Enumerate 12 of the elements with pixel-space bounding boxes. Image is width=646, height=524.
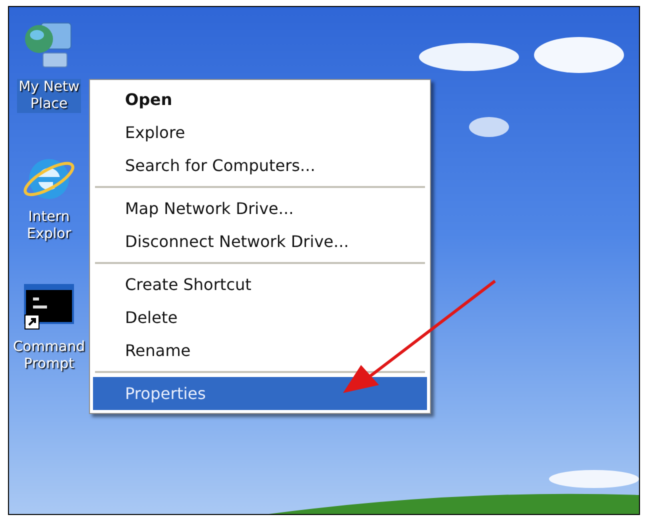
menu-item[interactable]: Open	[93, 83, 427, 116]
menu-item[interactable]: Create Shortcut	[93, 268, 427, 301]
icon-label[interactable]: My Netw Place	[16, 79, 82, 113]
menu-item[interactable]: Map Network Drive...	[93, 192, 427, 225]
menu-item[interactable]: Disconnect Network Drive...	[93, 225, 427, 258]
menu-item[interactable]: Delete	[93, 301, 427, 334]
menu-item[interactable]: Properties	[93, 377, 427, 410]
menu-item[interactable]: Rename	[93, 334, 427, 367]
menu-item[interactable]: Search for Computers...	[93, 149, 427, 182]
menu-item[interactable]: Explore	[93, 116, 427, 149]
icon-label[interactable]: Intern Explor	[24, 209, 74, 243]
cloud	[469, 117, 509, 137]
